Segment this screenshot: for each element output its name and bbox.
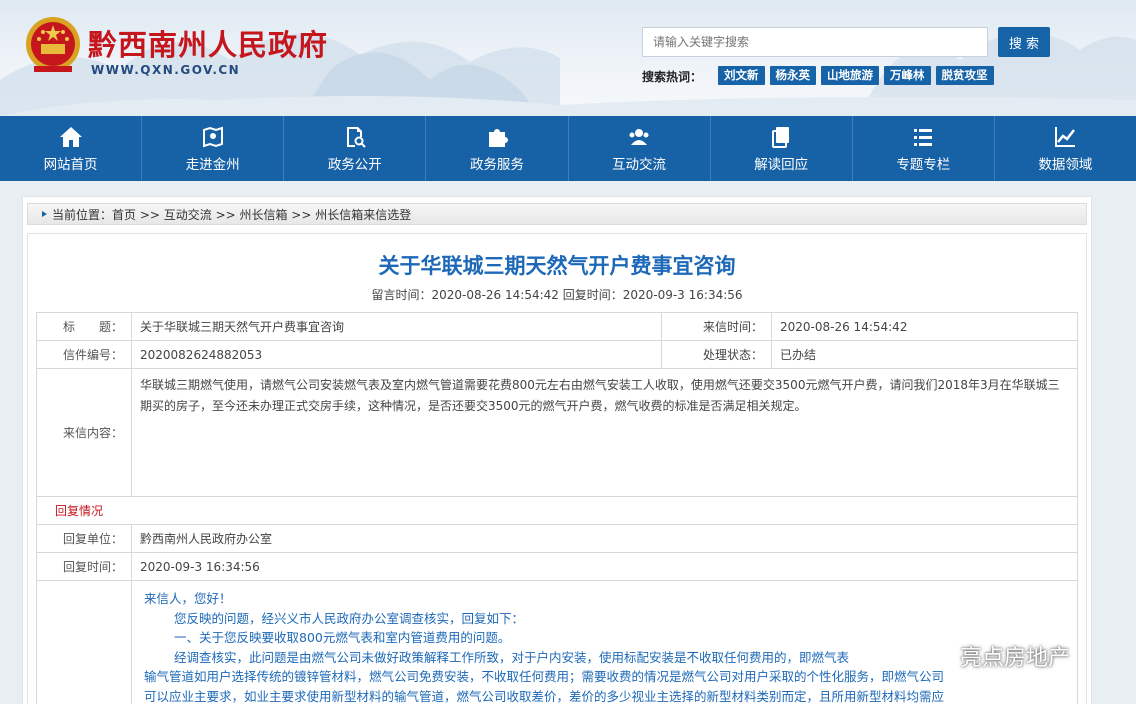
title-label: 标 题：	[36, 312, 132, 341]
recv-time-label: 来信时间：	[661, 312, 772, 341]
content-label: 来信内容：	[36, 368, 132, 497]
map-pin-icon	[202, 126, 223, 147]
table-row: 标 题： 关于华联城三期天然气开户费事宜咨询 来信时间： 2020-08-26 …	[36, 312, 1078, 341]
breadcrumb-prefix: 当前位置：	[52, 207, 113, 222]
hot-words-label: 搜索热词：	[642, 70, 703, 84]
bullet-icon	[42, 211, 47, 217]
nav-label: 互动交流	[612, 156, 667, 173]
nav-label: 网站首页	[43, 156, 98, 173]
copy-icon	[772, 126, 790, 148]
reply-section-heading: 回复情况	[36, 496, 1078, 525]
letter-meta: 留言时间：2020-08-26 14:54:42 回复时间：2020-09-3 …	[371, 288, 743, 302]
table-row: 回复时间： 2020-09-3 16:34:56	[36, 552, 1078, 581]
watermark-text: 亮点房地产	[960, 646, 1071, 671]
nav-item-interpretation[interactable]: 解读回应	[711, 116, 853, 181]
nav-item-data[interactable]: 数据领域	[995, 116, 1136, 181]
nav-label: 数据领域	[1038, 156, 1093, 173]
chart-icon	[1055, 126, 1076, 147]
nav-item-gov-affairs[interactable]: 政务公开	[284, 116, 427, 181]
breadcrumb-path[interactable]: 首页 >> 互动交流 >> 州长信箱 >> 州长信箱来信选登	[112, 206, 411, 223]
nav-label: 政务服务	[469, 156, 524, 173]
wechat-icon	[920, 642, 953, 668]
reply-label-empty	[36, 580, 132, 704]
hot-word-tag[interactable]: 山地旅游	[821, 66, 879, 85]
status-label: 处理状态：	[661, 340, 772, 369]
search-input[interactable]	[642, 27, 988, 57]
puzzle-icon	[488, 128, 508, 147]
nav-label: 解读回应	[754, 156, 809, 173]
nav-item-home[interactable]: 网站首页	[0, 116, 143, 181]
hot-word-tag[interactable]: 脱贫攻坚	[935, 66, 994, 85]
reply-time-label: 回复时间：	[36, 552, 132, 581]
search-button[interactable]: 搜 索	[998, 27, 1050, 57]
number-value: 2020082624882053	[131, 340, 662, 369]
nav-item-about[interactable]: 走进金州	[142, 116, 285, 181]
table-row: 回复情况	[36, 496, 1078, 525]
table-row: 信件编号： 2020082624882053 处理状态： 已办结	[36, 340, 1078, 369]
nav-item-topics[interactable]: 专题专栏	[853, 116, 995, 181]
title-value: 关于华联城三期天然气开户费事宜咨询	[131, 312, 662, 341]
content-value: 华联城三期燃气使用，请燃气公司安装燃气表及室内燃气管道需要花费800元左右由燃气…	[131, 368, 1078, 497]
nav-item-services[interactable]: 政务服务	[426, 116, 569, 181]
reply-unit-label: 回复单位：	[36, 524, 132, 553]
document-search-icon	[346, 126, 366, 148]
main-nav: 网站首页 走进金州 政务公开 政务服务 互动交流 解读回应 专题专栏 数据领域	[0, 116, 1136, 181]
recv-time-value: 2020-08-26 14:54:42	[771, 312, 1078, 341]
letter-title: 关于华联城三期天然气开户费事宜咨询	[378, 254, 736, 278]
nav-label: 专题专栏	[896, 156, 951, 173]
number-label: 信件编号：	[36, 340, 132, 369]
table-row: 来信内容： 华联城三期燃气使用，请燃气公司安装燃气表及室内燃气管道需要花费800…	[36, 368, 1078, 497]
breadcrumb: 当前位置： 首页 >> 互动交流 >> 州长信箱 >> 州长信箱来信选登	[27, 203, 1087, 225]
hot-words-list: 刘文新 杨永英 山地旅游 万峰林 脱贫攻坚	[718, 66, 994, 85]
reply-time-value: 2020-09-3 16:34:56	[131, 552, 1078, 581]
reply-unit-value: 黔西南州人民政府办公室	[131, 524, 1078, 553]
site-url: WWW.QXN.GOV.CN	[91, 63, 241, 77]
status-value: 已办结	[771, 340, 1078, 369]
national-emblem-logo	[26, 17, 80, 72]
nav-item-interaction[interactable]: 互动交流	[569, 116, 711, 181]
users-icon	[629, 128, 649, 145]
table-row: 回复单位： 黔西南州人民政府办公室	[36, 524, 1078, 553]
nav-label: 政务公开	[327, 156, 382, 173]
site-name: 黔西南州人民政府	[88, 28, 329, 62]
reply-paragraph: 可以应业主要求，如业主要求使用新型材料的输气管道，燃气公司收取差价，差价的多少视…	[144, 688, 945, 704]
watermark: 亮点房地产	[920, 640, 1070, 672]
reply-greeting: 来信人，您好！	[144, 591, 232, 606]
hot-word-tag[interactable]: 杨永英	[769, 66, 816, 85]
main-content: 当前位置： 首页 >> 互动交流 >> 州长信箱 >> 州长信箱来信选登 关于华…	[22, 196, 1092, 704]
hot-word-tag[interactable]: 刘文新	[718, 66, 765, 85]
site-header: 黔西南州人民政府 WWW.QXN.GOV.CN 搜 索 搜索热词： 刘文新 杨永…	[0, 0, 1136, 116]
list-icon	[914, 128, 933, 146]
letter-detail: 关于华联城三期天然气开户费事宜咨询 留言时间：2020-08-26 14:54:…	[27, 233, 1087, 704]
reply-paragraph: 您反映的问题，经兴义市人民政府办公室调查核实，回复如下：	[174, 610, 525, 626]
nav-label: 走进金州	[185, 156, 240, 173]
home-icon	[59, 126, 82, 147]
hot-word-tag[interactable]: 万峰林	[884, 66, 931, 85]
